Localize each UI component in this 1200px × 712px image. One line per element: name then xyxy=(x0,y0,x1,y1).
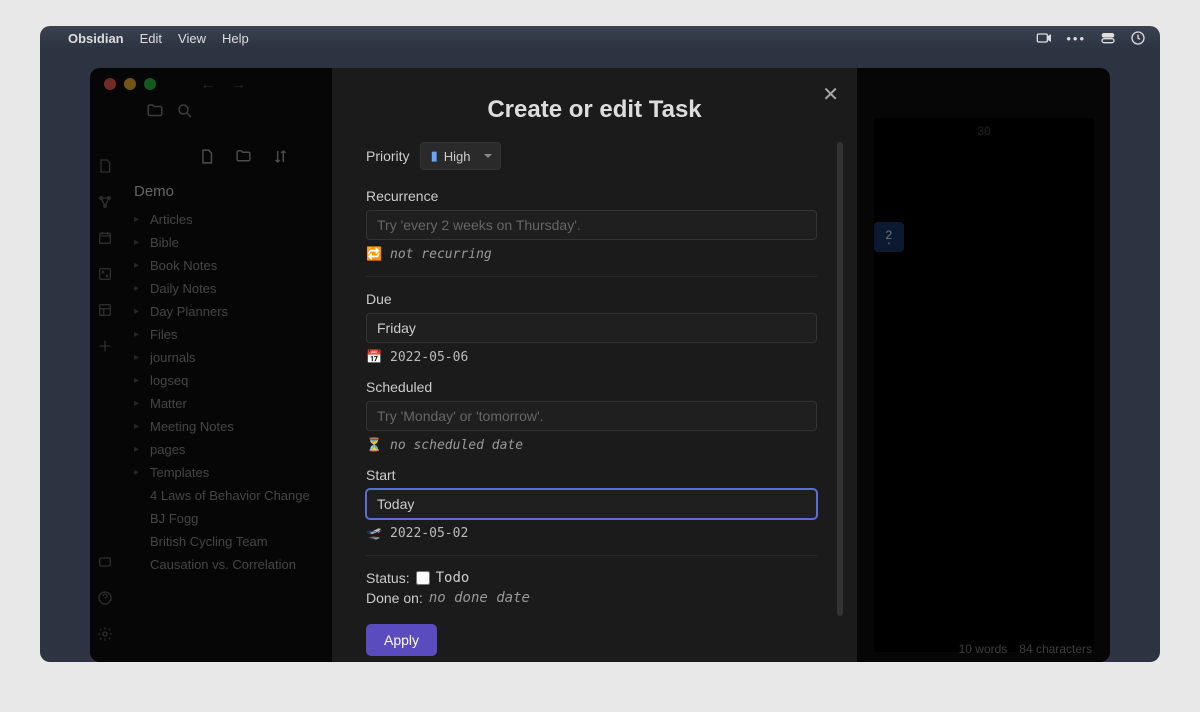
calendar-emoji-icon: 📅 xyxy=(366,349,382,365)
status-value: Todo xyxy=(436,570,470,586)
screen-record-icon[interactable] xyxy=(1036,30,1052,46)
scheduled-input[interactable] xyxy=(366,401,817,431)
priority-select[interactable]: ▮ High xyxy=(420,142,502,170)
recurrence-label: Recurrence xyxy=(366,188,817,204)
done-row: Done on: no done date xyxy=(366,590,817,606)
close-icon[interactable]: ✕ xyxy=(822,82,839,107)
priority-flag-icon: ▮ xyxy=(431,148,438,164)
menu-view[interactable]: View xyxy=(178,31,206,46)
start-input[interactable] xyxy=(366,489,817,519)
mac-menubar: Obsidian Edit View Help ••• xyxy=(40,26,1160,50)
scheduled-hint: ⏳ no scheduled date xyxy=(366,437,817,453)
scheduled-label: Scheduled xyxy=(366,379,817,395)
status-checkbox[interactable] xyxy=(416,571,430,585)
divider xyxy=(366,276,817,277)
menubar-right: ••• xyxy=(1036,30,1146,46)
due-input[interactable] xyxy=(366,313,817,343)
divider2 xyxy=(366,555,817,556)
recurrence-hint: 🔁 not recurring xyxy=(366,246,817,262)
due-label: Due xyxy=(366,291,817,307)
more-icon[interactable]: ••• xyxy=(1066,31,1086,46)
clock-icon[interactable] xyxy=(1130,30,1146,46)
start-field: Start 🛫 2022-05-02 xyxy=(366,467,817,541)
desktop-background: ← → Demo ▸Articles▸Bible▸Book Notes▸Dail… xyxy=(40,50,1160,662)
recurrence-input[interactable] xyxy=(366,210,817,240)
status-label: Status: xyxy=(366,570,410,586)
airplane-icon: 🛫 xyxy=(366,525,382,541)
apply-button[interactable]: Apply xyxy=(366,624,437,656)
control-center-icon[interactable] xyxy=(1100,30,1116,46)
done-label: Done on: xyxy=(366,590,423,606)
due-field: Due 📅 2022-05-06 xyxy=(366,291,817,365)
done-value: no done date xyxy=(429,590,530,606)
hourglass-icon: ⏳ xyxy=(366,437,382,453)
start-hint: 🛫 2022-05-02 xyxy=(366,525,817,541)
menu-help[interactable]: Help xyxy=(222,31,249,46)
recurrence-icon: 🔁 xyxy=(366,246,382,262)
due-hint: 📅 2022-05-06 xyxy=(366,349,817,365)
scheduled-field: Scheduled ⏳ no scheduled date xyxy=(366,379,817,453)
task-modal: ✕ Create or edit Task Priority ▮ High Re… xyxy=(332,68,857,662)
modal-title: Create or edit Task xyxy=(366,96,823,124)
recurrence-field: Recurrence 🔁 not recurring xyxy=(366,188,817,262)
priority-value: High xyxy=(444,149,471,164)
menu-edit[interactable]: Edit xyxy=(140,31,162,46)
priority-row: Priority ▮ High xyxy=(366,142,817,170)
status-row: Status: Todo xyxy=(366,570,817,586)
app-name[interactable]: Obsidian xyxy=(68,31,124,46)
start-label: Start xyxy=(366,467,817,483)
priority-label: Priority xyxy=(366,148,410,164)
app-window: ← → Demo ▸Articles▸Bible▸Book Notes▸Dail… xyxy=(90,68,1110,662)
